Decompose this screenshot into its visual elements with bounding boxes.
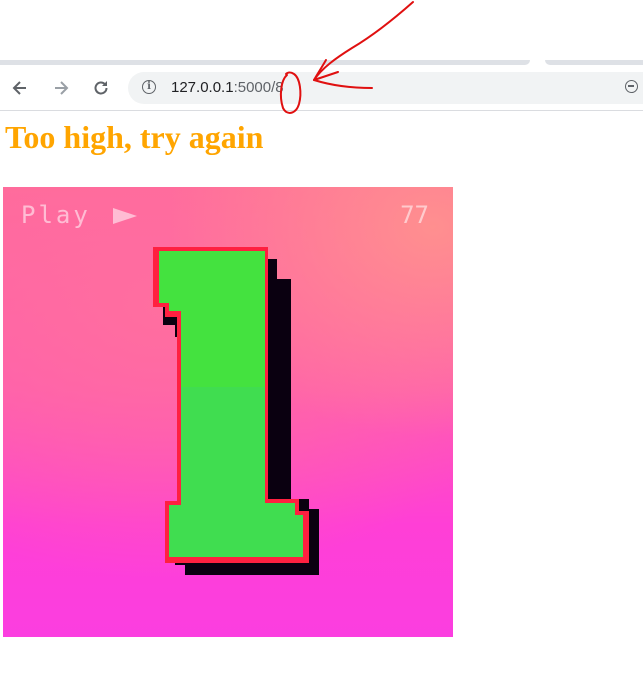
site-info-icon[interactable]: i [142,80,156,94]
tab-edge-right[interactable] [545,60,643,65]
url-text[interactable]: 127.0.0.1:5000/8 [171,79,284,96]
tab-strip [0,0,643,66]
forward-arrow-icon[interactable] [47,74,75,102]
active-tab-edge[interactable] [0,60,530,65]
browser-toolbar: i 127.0.0.1:5000/8 [0,66,643,111]
digit-one-graphic [153,247,319,575]
zoom-out-icon[interactable] [625,80,638,93]
back-arrow-icon[interactable] [6,74,34,102]
url-host: 127.0.0.1 [171,79,234,96]
number-gif: Play 77 [3,187,453,637]
address-bar[interactable]: i 127.0.0.1:5000/8 [128,72,643,104]
page-heading: Too high, try again [5,119,264,155]
url-path: :5000/8 [233,79,284,96]
reload-icon[interactable] [87,74,115,102]
